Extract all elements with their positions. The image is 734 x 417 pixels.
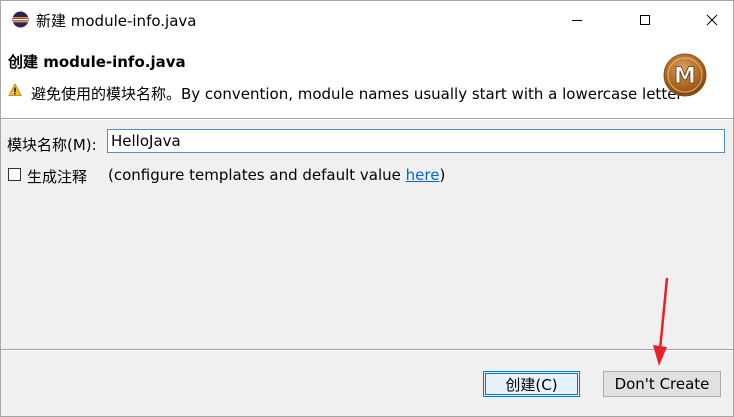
dialog-window: 新建 module-info.java 创建 module-info.java … bbox=[0, 0, 734, 417]
logo-letter: M bbox=[674, 64, 696, 89]
warning-icon bbox=[8, 83, 22, 96]
create-button-focus-ring bbox=[485, 373, 578, 395]
create-button[interactable]: 创建(C) bbox=[483, 371, 580, 397]
header-message: 避免使用的模块名称。By convention, module names us… bbox=[31, 85, 683, 103]
eclipse-icon bbox=[12, 11, 29, 28]
module-name-label: 模块名称(M): bbox=[7, 136, 97, 154]
generate-comments-checkbox[interactable] bbox=[8, 168, 21, 181]
configure-suffix: ) bbox=[439, 166, 446, 184]
module-wizard-logo-icon: M bbox=[663, 53, 707, 97]
dont-create-button[interactable]: Don't Create bbox=[603, 371, 721, 397]
title-bar: 新建 module-info.java bbox=[1, 1, 733, 38]
maximize-icon bbox=[640, 14, 650, 25]
minimize-icon bbox=[572, 19, 582, 21]
close-icon bbox=[706, 14, 718, 25]
page-title: 创建 module-info.java bbox=[8, 53, 186, 71]
window-title: 新建 module-info.java bbox=[36, 12, 197, 30]
configure-here-link[interactable]: here bbox=[406, 166, 440, 184]
generate-comments-label[interactable]: 生成注释 bbox=[27, 166, 87, 187]
wizard-header: 创建 module-info.java 避免使用的模块名称。By convent… bbox=[1, 38, 733, 118]
configure-prefix: (configure templates and default value bbox=[108, 166, 406, 184]
close-button[interactable] bbox=[690, 1, 734, 38]
minimize-button[interactable] bbox=[555, 1, 599, 38]
configure-templates-text: (configure templates and default value h… bbox=[108, 166, 445, 184]
dont-create-button-label: Don't Create bbox=[614, 375, 710, 393]
module-name-input[interactable] bbox=[107, 129, 725, 153]
maximize-button[interactable] bbox=[623, 1, 667, 38]
header-divider-highlight bbox=[1, 119, 733, 120]
button-bar-divider-highlight bbox=[1, 350, 733, 351]
